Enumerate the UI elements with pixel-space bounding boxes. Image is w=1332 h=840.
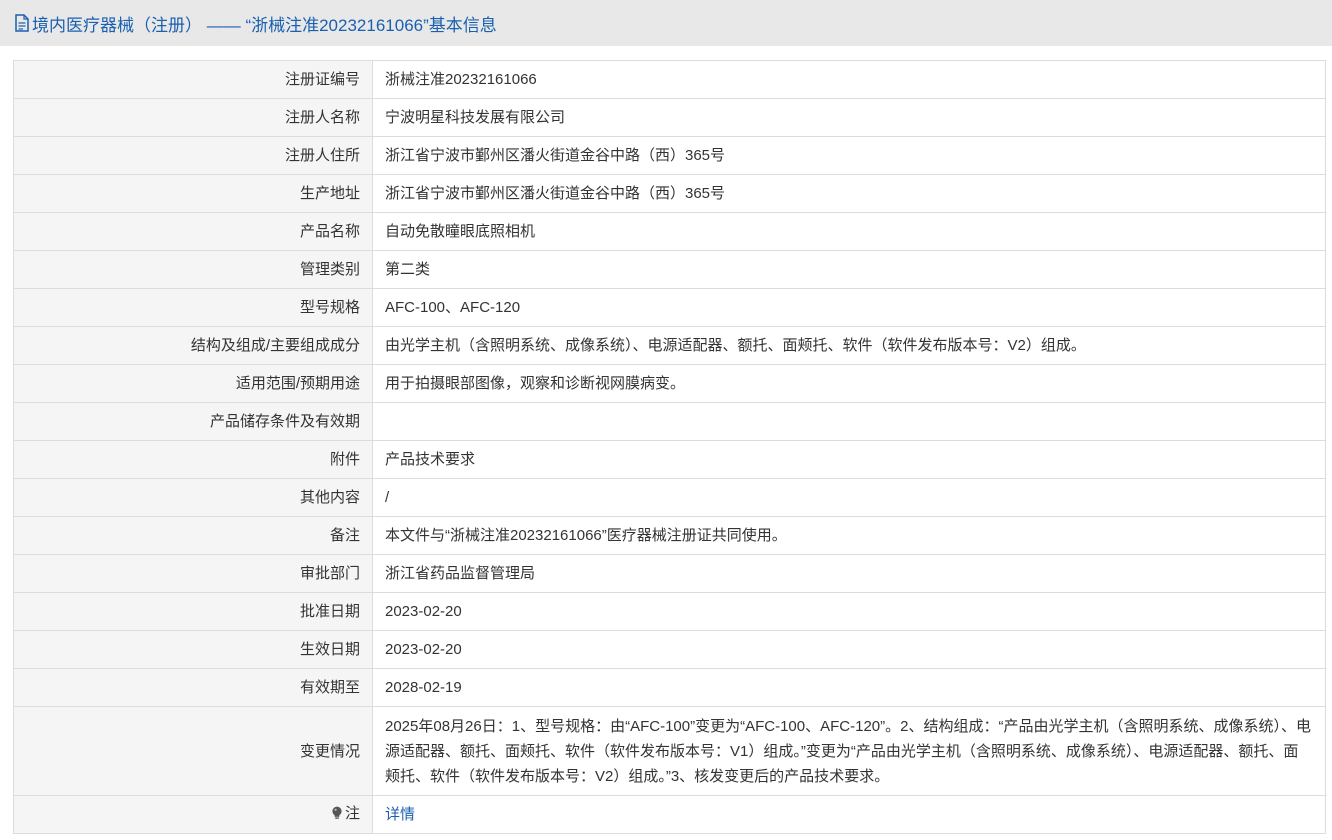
row-label: 结构及组成/主要组成成分 bbox=[13, 326, 373, 365]
row-label: 产品名称 bbox=[13, 212, 373, 251]
row-label: 型号规格 bbox=[13, 288, 373, 327]
table-row: 结构及组成/主要组成成分 由光学主机（含照明系统、成像系统）、电源适配器、额托、… bbox=[13, 326, 1326, 365]
row-value bbox=[372, 402, 1326, 441]
row-label: 生效日期 bbox=[13, 630, 373, 669]
row-label: 有效期至 bbox=[13, 668, 373, 707]
row-label: 变更情况 bbox=[13, 706, 373, 796]
note-row: 注 详情 bbox=[13, 795, 1326, 834]
table-row: 产品名称 自动免散瞳眼底照相机 bbox=[13, 212, 1326, 251]
row-value: AFC-100、AFC-120 bbox=[372, 288, 1326, 327]
row-label: 生产地址 bbox=[13, 174, 373, 213]
table-row: 适用范围/预期用途 用于拍摄眼部图像，观察和诊断视网膜病变。 bbox=[13, 364, 1326, 403]
row-value: / bbox=[372, 478, 1326, 517]
row-value: 产品技术要求 bbox=[372, 440, 1326, 479]
row-value: 浙江省宁波市鄞州区潘火街道金谷中路（西）365号 bbox=[372, 136, 1326, 175]
row-value: 2028-02-19 bbox=[372, 668, 1326, 707]
lightbulb-icon bbox=[331, 803, 343, 828]
table-row: 其他内容 / bbox=[13, 478, 1326, 517]
table-row: 注册人住所 浙江省宁波市鄞州区潘火街道金谷中路（西）365号 bbox=[13, 136, 1326, 175]
table-row: 生效日期 2023-02-20 bbox=[13, 630, 1326, 669]
change-history-value: 2025年08月26日：1、型号规格：由“AFC-100”变更为“AFC-100… bbox=[372, 706, 1326, 796]
table-row: 备注 本文件与“浙械注准20232161066”医疗器械注册证共同使用。 bbox=[13, 516, 1326, 555]
table-row: 变更情况 2025年08月26日：1、型号规格：由“AFC-100”变更为“AF… bbox=[13, 706, 1326, 796]
row-value: 2023-02-20 bbox=[372, 592, 1326, 631]
row-value: 浙江省宁波市鄞州区潘火街道金谷中路（西）365号 bbox=[372, 174, 1326, 213]
info-table: 注册证编号 浙械注准20232161066 注册人名称 宁波明星科技发展有限公司… bbox=[13, 60, 1326, 834]
document-icon bbox=[14, 14, 30, 32]
note-label-cell: 注 bbox=[13, 795, 373, 834]
note-label: 注 bbox=[344, 805, 360, 822]
table-row: 附件 产品技术要求 bbox=[13, 440, 1326, 479]
table-row: 有效期至 2028-02-19 bbox=[13, 668, 1326, 707]
table-row: 生产地址 浙江省宁波市鄞州区潘火街道金谷中路（西）365号 bbox=[13, 174, 1326, 213]
row-label: 注册人住所 bbox=[13, 136, 373, 175]
row-label: 管理类别 bbox=[13, 250, 373, 289]
row-value: 浙江省药品监督管理局 bbox=[372, 554, 1326, 593]
row-value: 用于拍摄眼部图像，观察和诊断视网膜病变。 bbox=[372, 364, 1326, 403]
table-row: 管理类别 第二类 bbox=[13, 250, 1326, 289]
row-label: 备注 bbox=[13, 516, 373, 555]
row-label: 注册证编号 bbox=[13, 60, 373, 99]
row-label: 适用范围/预期用途 bbox=[13, 364, 373, 403]
row-label: 附件 bbox=[13, 440, 373, 479]
table-row: 审批部门 浙江省药品监督管理局 bbox=[13, 554, 1326, 593]
table-row: 产品储存条件及有效期 bbox=[13, 402, 1326, 441]
table-row: 型号规格 AFC-100、AFC-120 bbox=[13, 288, 1326, 327]
row-label: 注册人名称 bbox=[13, 98, 373, 137]
row-label: 其他内容 bbox=[13, 478, 373, 517]
row-value: 自动免散瞳眼底照相机 bbox=[372, 212, 1326, 251]
row-value: 宁波明星科技发展有限公司 bbox=[372, 98, 1326, 137]
page-title: 境内医疗器械（注册） —— “浙械注准20232161066”基本信息 bbox=[32, 15, 497, 35]
page-header: 境内医疗器械（注册） —— “浙械注准20232161066”基本信息 bbox=[0, 0, 1332, 46]
details-link[interactable]: 详情 bbox=[385, 806, 415, 823]
row-value: 本文件与“浙械注准20232161066”医疗器械注册证共同使用。 bbox=[372, 516, 1326, 555]
row-value: 2023-02-20 bbox=[372, 630, 1326, 669]
row-value: 由光学主机（含照明系统、成像系统）、电源适配器、额托、面颊托、软件（软件发布版本… bbox=[372, 326, 1326, 365]
row-label: 批准日期 bbox=[13, 592, 373, 631]
table-row: 注册证编号 浙械注准20232161066 bbox=[13, 60, 1326, 99]
table-row: 批准日期 2023-02-20 bbox=[13, 592, 1326, 631]
row-label: 审批部门 bbox=[13, 554, 373, 593]
row-value: 第二类 bbox=[372, 250, 1326, 289]
table-row: 注册人名称 宁波明星科技发展有限公司 bbox=[13, 98, 1326, 137]
note-value: 详情 bbox=[372, 795, 1326, 834]
row-value: 浙械注准20232161066 bbox=[372, 60, 1326, 99]
row-label: 产品储存条件及有效期 bbox=[13, 402, 373, 441]
